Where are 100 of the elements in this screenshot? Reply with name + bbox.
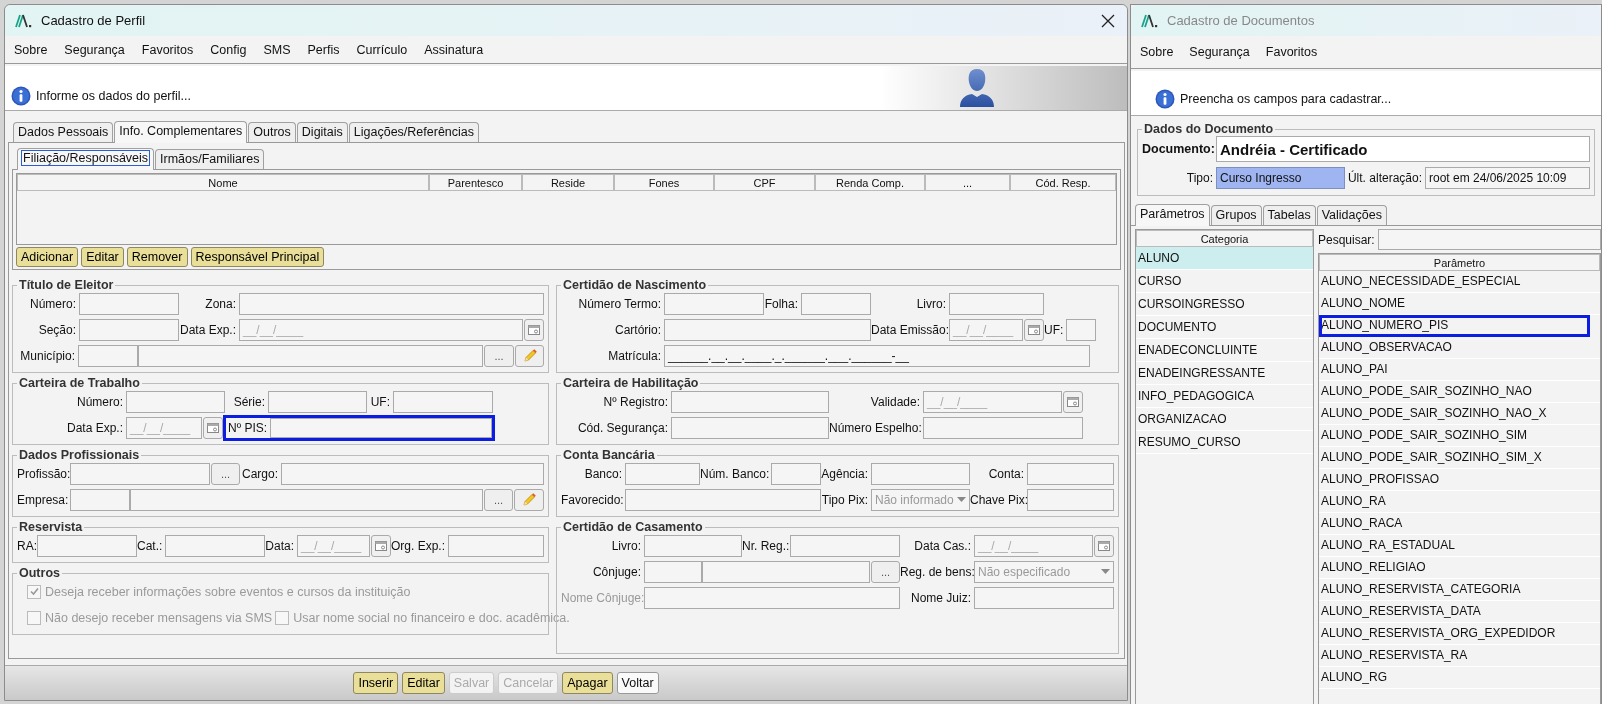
text-field[interactable]: Curso Ingresso [1216, 167, 1345, 189]
text-field[interactable] [79, 318, 179, 341]
column-header[interactable]: Cód. Resp. [1010, 174, 1116, 191]
tab[interactable]: Parâmetros [1135, 204, 1210, 226]
tab[interactable]: Tabelas [1262, 205, 1316, 225]
calendar-button[interactable] [1024, 318, 1044, 341]
text-field[interactable] [664, 292, 764, 315]
table-row[interactable]: ALUNO_RESERVISTA_CATEGORIA [1319, 579, 1600, 601]
text-field[interactable] [165, 534, 265, 557]
list-item[interactable]: ALUNO [1136, 247, 1313, 270]
text-field[interactable] [790, 534, 900, 557]
table-row[interactable]: ALUNO_PODE_SAIR_SOZINHO_NAO_X [1319, 403, 1600, 425]
table-row[interactable]: ALUNO_RA_ESTADUAL [1319, 535, 1600, 557]
text-field[interactable] [871, 462, 970, 485]
list-item[interactable]: RESUMO_CURSO [1136, 431, 1313, 454]
tab[interactable]: Filiação/Responsáveis [17, 148, 155, 170]
text-field[interactable] [268, 390, 367, 413]
text-field[interactable] [70, 488, 130, 511]
lookup-button[interactable]: ... [484, 344, 514, 367]
menu-item[interactable]: Sobre [14, 42, 48, 57]
list-item[interactable]: CURSO [1136, 270, 1313, 293]
text-field[interactable] [625, 488, 821, 511]
lookup-button[interactable]: ... [211, 462, 240, 485]
menu-item[interactable]: Config [210, 42, 247, 57]
table-row[interactable]: ALUNO_RELIGIAO [1319, 557, 1600, 579]
menu-item[interactable]: Assinatura [424, 42, 484, 57]
text-field[interactable]: Andréia - Certificado [1216, 136, 1590, 162]
text-field[interactable] [974, 586, 1114, 609]
action-button[interactable]: Adicionar [16, 247, 79, 267]
text-field[interactable] [801, 292, 871, 315]
table-row[interactable]: ALUNO_RESERVISTA_RA [1319, 645, 1600, 667]
column-header[interactable]: Reside [522, 174, 614, 191]
list-item[interactable]: ENADECONCLUINTE [1136, 339, 1313, 362]
table-row[interactable]: ALUNO_RESERVISTA_ORG_EXPEDIDOR [1319, 623, 1600, 645]
action-button[interactable]: Remover [126, 247, 188, 267]
column-header[interactable]: Nome [17, 174, 429, 191]
action-button[interactable]: Inserir [353, 672, 399, 694]
menu-item[interactable]: Favoritos [1265, 45, 1318, 59]
edit-button[interactable] [514, 488, 544, 511]
list-item[interactable]: ORGANIZACAO [1136, 408, 1313, 431]
column-header[interactable]: Categoria [1136, 230, 1313, 247]
text-field[interactable] [270, 417, 492, 438]
table-row[interactable]: ALUNO_RACA [1319, 513, 1600, 535]
column-header[interactable]: Parentesco [429, 174, 522, 191]
text-field[interactable] [625, 462, 700, 485]
table-row[interactable]: ALUNO_NECESSIDADE_ESPECIAL [1319, 271, 1600, 293]
column-header[interactable]: Renda Comp. [815, 174, 925, 191]
calendar-button[interactable] [524, 318, 544, 341]
tab[interactable]: Grupos [1210, 205, 1262, 225]
column-header[interactable]: Fones [614, 174, 714, 191]
calendar-button[interactable] [1094, 534, 1114, 557]
menu-item[interactable]: Segurança [64, 42, 125, 57]
column-header[interactable]: Parâmetro [1319, 254, 1600, 271]
action-button[interactable]: Editar [402, 672, 445, 694]
table-row[interactable]: ALUNO_PODE_SAIR_SOZINHO_SIM_X [1319, 447, 1600, 469]
edit-button[interactable] [515, 344, 544, 367]
table-row[interactable]: ALUNO_PODE_SAIR_SOZINHO_SIM [1319, 425, 1600, 447]
text-field[interactable] [79, 292, 179, 315]
text-field[interactable]: root em 24/06/2025 10:09 [1425, 167, 1590, 189]
table-row[interactable]: ALUNO_NOME [1319, 293, 1600, 315]
text-field[interactable] [126, 390, 225, 413]
text-field[interactable] [138, 344, 483, 367]
text-field[interactable] [1066, 318, 1096, 341]
text-field[interactable] [771, 462, 821, 485]
action-button[interactable]: Voltar [616, 672, 659, 694]
tab[interactable]: Digitais [296, 122, 348, 142]
list-item[interactable]: INFO_PEDAGOGICA [1136, 385, 1313, 408]
tab[interactable]: Ligações/Referências [348, 122, 480, 142]
text-field[interactable] [671, 416, 829, 439]
table-row[interactable]: ALUNO_PAI [1319, 359, 1600, 381]
table-row[interactable]: ALUNO_NUMERO_PIS [1319, 315, 1590, 337]
list-item[interactable]: CURSOINGRESSO [1136, 293, 1313, 316]
menu-item[interactable]: Sobre [1140, 45, 1174, 59]
column-header[interactable]: ... [925, 174, 1010, 191]
menu-item[interactable]: Currículo [356, 42, 408, 57]
lookup-button[interactable]: ... [871, 560, 900, 583]
column-header[interactable]: CPF [714, 174, 815, 191]
calendar-button[interactable] [203, 416, 223, 439]
table-row[interactable]: ALUNO_RG [1319, 667, 1600, 689]
text-field[interactable] [644, 534, 742, 557]
search-field[interactable] [1377, 229, 1601, 250]
text-field[interactable] [644, 586, 900, 609]
text-field[interactable] [644, 560, 702, 583]
table-row[interactable]: ALUNO_RA [1319, 491, 1600, 513]
action-button[interactable]: Editar [81, 247, 124, 267]
action-button[interactable]: Apagar [562, 672, 613, 694]
text-field[interactable] [923, 416, 1083, 439]
text-field[interactable] [671, 390, 829, 413]
text-field[interactable] [702, 560, 870, 583]
calendar-button[interactable] [1063, 390, 1083, 413]
action-button[interactable]: Responsável Principal [190, 247, 325, 267]
table-row[interactable]: ALUNO_PODE_SAIR_SOZINHO_NAO [1319, 381, 1600, 403]
tab[interactable]: Dados Pessoais [13, 122, 114, 142]
text-field[interactable] [78, 344, 138, 367]
text-field[interactable] [37, 534, 137, 557]
menu-item[interactable]: Segurança [1189, 45, 1250, 59]
list-item[interactable]: ENADEINGRESSANTE [1136, 362, 1313, 385]
masked-field[interactable]: ______.__.__.____._.______.___.______-__ [664, 344, 1090, 367]
tab[interactable]: Irmãos/Familiares [155, 149, 265, 169]
menu-item[interactable]: Favoritos [141, 42, 194, 57]
